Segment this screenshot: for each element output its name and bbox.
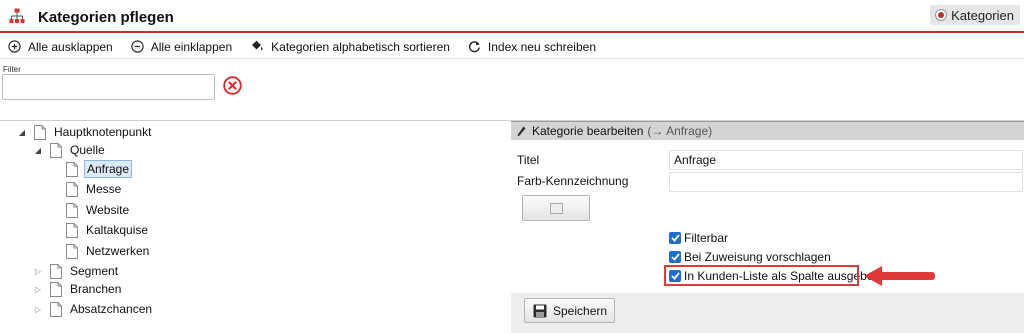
color-label: Farb-Kennzeichnung <box>517 174 629 188</box>
suggest-checkbox[interactable] <box>669 251 681 263</box>
collapse-all-label: Alle einklappen <box>150 39 233 54</box>
page-title: Kategorien pflegen <box>38 9 174 26</box>
edit-panel-title: Kategorie bearbeiten <box>532 124 644 138</box>
collapsed-arrow-icon[interactable]: ▷ <box>33 267 43 276</box>
document-icon <box>50 142 62 158</box>
document-icon <box>66 181 78 197</box>
filterable-checkbox-row[interactable]: Filterbar <box>669 231 728 245</box>
category-tree: ◢ Hauptknotenpunkt ◢ Quelle Anfrage Mess… <box>0 120 510 333</box>
tree-node-label: Segment <box>70 264 119 278</box>
tree-node-segment[interactable]: ▷ Segment <box>33 262 120 280</box>
clear-filter-icon[interactable] <box>223 76 242 95</box>
rebuild-index-button[interactable]: Index neu schreiben <box>468 40 596 54</box>
floppy-disk-icon <box>533 304 547 317</box>
tree-node-leaf[interactable]: Kaltakquise <box>49 221 150 239</box>
document-icon <box>66 243 78 259</box>
tree-node-label-selected: Anfrage <box>84 160 133 178</box>
filterable-checkbox[interactable] <box>669 232 681 244</box>
tree-node-label: Absatzchancen <box>70 302 153 316</box>
minus-circle-icon <box>131 40 144 53</box>
color-field[interactable] <box>669 172 1023 192</box>
tree-node-label: Netzwerken <box>86 244 150 258</box>
color-swatch-icon <box>549 202 563 214</box>
expand-all-label: Alle ausklappen <box>28 39 113 54</box>
filter-label: Filter <box>3 65 21 74</box>
arrow-left-icon <box>864 266 935 286</box>
expanded-arrow-icon[interactable]: ◢ <box>17 128 27 137</box>
highlight-box <box>664 265 859 286</box>
color-picker-button[interactable] <box>522 195 590 221</box>
save-button[interactable]: Speichern <box>524 298 615 323</box>
document-icon <box>66 202 78 218</box>
document-icon <box>50 301 62 317</box>
title-field[interactable] <box>669 150 1023 170</box>
rebuild-index-label: Index neu schreiben <box>487 39 596 54</box>
tree-node-sales-chances[interactable]: ▷ Absatzchancen <box>33 300 154 318</box>
record-icon <box>936 10 947 20</box>
refresh-icon <box>468 41 480 53</box>
paint-bucket-icon <box>252 40 263 51</box>
suggest-label: Bei Zuweisung vorschlagen <box>684 250 831 264</box>
sitemap-icon <box>9 8 25 23</box>
document-icon <box>34 124 46 140</box>
tree-node-source[interactable]: ◢ Quelle <box>33 141 107 159</box>
document-icon <box>50 263 62 279</box>
toolbar: Alle ausklappen Alle einklappen Kategori… <box>0 35 1024 59</box>
edit-panel-header: Kategorie bearbeiten (→ Anfrage) <box>511 121 1024 140</box>
edit-panel-reference: (→ Anfrage) <box>647 124 713 138</box>
plus-circle-icon <box>8 40 21 53</box>
tree-node-leaf[interactable]: Messe <box>49 180 123 198</box>
tree-node-label: Website <box>86 203 130 217</box>
context-badge-label: Kategorien <box>951 7 1014 23</box>
tree-node-label: Hauptknotenpunkt <box>54 125 152 139</box>
tree-node-industries[interactable]: ▷ Branchen <box>33 280 123 298</box>
collapsed-arrow-icon[interactable]: ▷ <box>33 305 43 314</box>
tree-node-leaf[interactable]: Website <box>49 201 131 219</box>
context-badge[interactable]: Kategorien <box>930 5 1020 25</box>
pencil-icon <box>517 126 526 136</box>
checkmark-icon <box>670 253 680 261</box>
tree-node-label: Quelle <box>70 143 105 157</box>
document-icon <box>50 281 62 297</box>
title-label: Titel <box>517 153 540 167</box>
document-icon <box>66 222 78 238</box>
suggest-checkbox-row[interactable]: Bei Zuweisung vorschlagen <box>669 250 831 264</box>
collapsed-arrow-icon[interactable]: ▷ <box>33 285 43 294</box>
sort-alphabetically-button[interactable]: Kategorien alphabetisch sortieren <box>250 40 450 54</box>
page-header: Kategorien pflegen Kategorien <box>0 0 1024 33</box>
collapse-all-button[interactable]: Alle einklappen <box>131 40 232 54</box>
tree-node-label: Branchen <box>70 282 122 296</box>
expanded-arrow-icon[interactable]: ◢ <box>33 146 43 155</box>
tree-node-label: Messe <box>86 182 122 196</box>
expand-all-button[interactable]: Alle ausklappen <box>8 40 113 54</box>
checkmark-icon <box>670 234 680 242</box>
save-label: Speichern <box>553 303 608 318</box>
tree-node-leaf[interactable]: Netzwerken <box>49 242 151 260</box>
filterable-label: Filterbar <box>684 231 729 245</box>
sort-alphabetically-label: Kategorien alphabetisch sortieren <box>271 39 450 54</box>
tree-node-root[interactable]: ◢ Hauptknotenpunkt <box>17 123 153 141</box>
document-icon <box>66 161 78 177</box>
tree-node-label: Kaltakquise <box>86 223 149 237</box>
tree-node-leaf[interactable]: Anfrage <box>49 160 133 178</box>
filter-input[interactable] <box>2 74 215 100</box>
